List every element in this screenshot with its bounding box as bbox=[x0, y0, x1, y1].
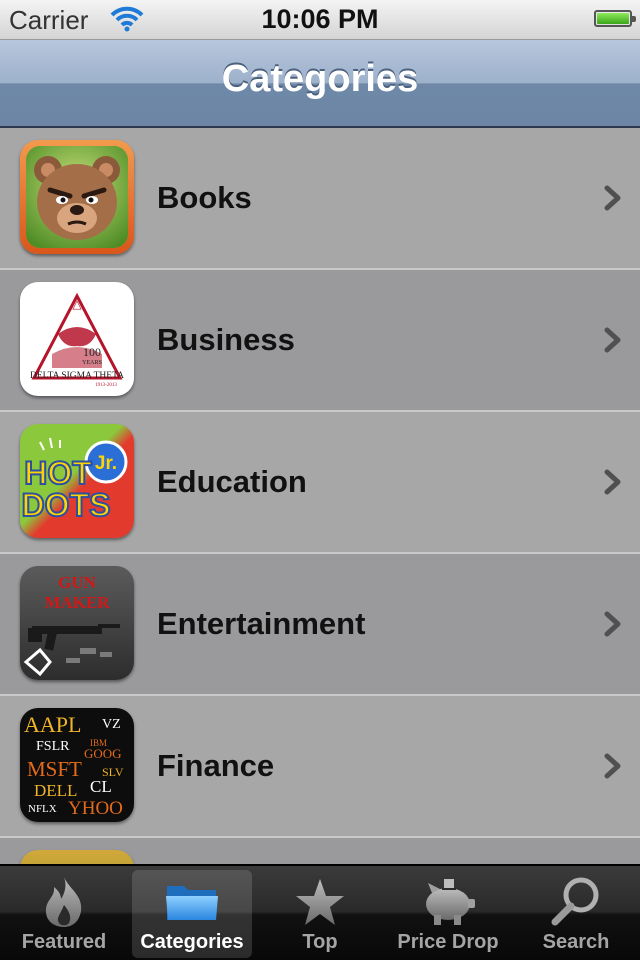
category-label: Books bbox=[157, 180, 252, 215]
icon-dots-text: DOTS bbox=[22, 487, 111, 523]
navigation-bar: Categories bbox=[0, 40, 640, 128]
gun-maker-app-icon: GUN MAKER bbox=[20, 566, 134, 680]
icon-number-text: 100 bbox=[83, 345, 101, 359]
tab-search[interactable]: Search bbox=[516, 870, 636, 958]
chevron-right-icon bbox=[604, 327, 622, 358]
ticker-text: GOOG bbox=[84, 746, 122, 761]
star-icon bbox=[260, 874, 380, 930]
ticker-text: YHOO bbox=[68, 798, 123, 819]
category-label: Business bbox=[157, 322, 295, 357]
category-label: Education bbox=[157, 464, 307, 499]
chevron-right-icon bbox=[604, 753, 622, 784]
category-list[interactable]: Books △ 100 YEARS DELTA SIGMA THETA 1913… bbox=[0, 128, 640, 864]
icon-hot-text: HOT bbox=[24, 455, 92, 491]
category-row-education[interactable]: Jr. HOT DOTS Education bbox=[0, 412, 640, 554]
chevron-right-icon bbox=[604, 185, 622, 216]
category-label: Entertainment bbox=[157, 606, 366, 641]
stock-tickers-app-icon: AAPL VZ FSLR IBM GOOG MSFT SLV DELL CL N… bbox=[20, 708, 134, 822]
icon-gun-text: GUN bbox=[58, 573, 97, 592]
page-title: Categories bbox=[221, 58, 419, 100]
icon-badge-text: Jr. bbox=[95, 453, 117, 474]
delta-sigma-theta-app-icon: △ 100 YEARS DELTA SIGMA THETA 1913-2013 bbox=[20, 282, 134, 396]
tab-label: Top bbox=[302, 931, 338, 953]
ticker-text: CL bbox=[90, 777, 112, 796]
chevron-right-icon bbox=[604, 611, 622, 642]
angry-bear-app-icon bbox=[20, 140, 134, 254]
ticker-text: FSLR bbox=[36, 739, 70, 754]
category-row-entertainment[interactable]: GUN MAKER Entertainment bbox=[0, 554, 640, 696]
ticker-text: VZ bbox=[102, 717, 121, 732]
tab-label: Featured bbox=[21, 931, 107, 953]
tab-label: Categories bbox=[140, 931, 244, 953]
tab-bar: Featured Categories Top Price Drop Searc… bbox=[0, 864, 640, 960]
app-icon bbox=[20, 850, 134, 864]
icon-name-text: DELTA SIGMA THETA bbox=[30, 371, 124, 381]
category-row-partial[interactable] bbox=[0, 838, 640, 864]
icon-years-text: YEARS bbox=[82, 360, 102, 366]
category-row-finance[interactable]: AAPL VZ FSLR IBM GOOG MSFT SLV DELL CL N… bbox=[0, 696, 640, 838]
chevron-right-icon bbox=[604, 469, 622, 500]
tab-label: Price Drop bbox=[397, 931, 499, 953]
icon-maker-text: MAKER bbox=[44, 593, 110, 612]
category-row-business[interactable]: △ 100 YEARS DELTA SIGMA THETA 1913-2013 … bbox=[0, 270, 640, 412]
category-row-books[interactable]: Books bbox=[0, 128, 640, 270]
category-label: Finance bbox=[157, 748, 275, 783]
svg-text:△: △ bbox=[72, 297, 82, 311]
flame-icon bbox=[4, 874, 124, 930]
tab-categories[interactable]: Categories bbox=[132, 870, 252, 958]
battery-icon bbox=[594, 10, 636, 27]
tab-label: Search bbox=[542, 931, 610, 953]
status-bar: Carrier 10:06 PM bbox=[0, 0, 640, 40]
folder-icon bbox=[132, 874, 252, 930]
piggy-bank-icon bbox=[388, 874, 508, 930]
tab-featured[interactable]: Featured bbox=[4, 870, 124, 958]
ticker-text: MSFT bbox=[27, 757, 82, 781]
clock: 10:06 PM bbox=[261, 4, 379, 34]
magnifier-icon bbox=[516, 874, 636, 930]
icon-range-text: 1913-2013 bbox=[95, 383, 117, 388]
ticker-text: AAPL bbox=[24, 712, 81, 737]
tab-price-drop[interactable]: Price Drop bbox=[388, 870, 508, 958]
ticker-text: NFLX bbox=[28, 803, 57, 815]
tab-top[interactable]: Top bbox=[260, 870, 380, 958]
hot-dots-jr-app-icon: Jr. HOT DOTS bbox=[20, 424, 134, 538]
